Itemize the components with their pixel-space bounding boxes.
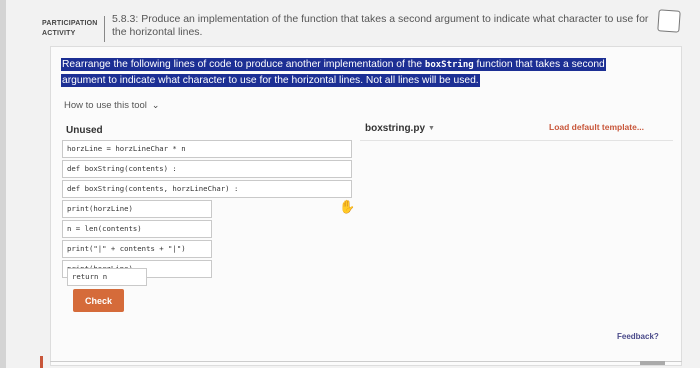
chevron-down-icon: ⌄	[151, 100, 160, 110]
activity-title: 5.8.3: Produce an implementation of the …	[112, 13, 649, 38]
bottom-scroll-indicator	[640, 361, 665, 365]
file-selector[interactable]: boxstring.py ▼	[365, 123, 435, 134]
code-drop-area[interactable]	[360, 140, 673, 320]
code-line[interactable]: n = len(contents)	[62, 220, 212, 238]
unused-title: Unused	[66, 125, 103, 136]
left-edge	[0, 0, 6, 368]
code-line[interactable]: print(horzLine)	[62, 200, 212, 218]
bottom-accent-mark	[40, 356, 43, 368]
instructions: Rearrange the following lines of code to…	[61, 57, 626, 88]
file-name: boxstring.py	[365, 123, 426, 134]
activity-header: PARTICIPATION ACTIVITY 5.8.3: Produce an…	[38, 9, 681, 46]
code-line[interactable]: def boxString(contents) :	[62, 160, 352, 178]
page: PARTICIPATION ACTIVITY 5.8.3: Produce an…	[0, 0, 700, 368]
how-to-use-toggle[interactable]: How to use this tool ⌄	[64, 100, 159, 111]
header-divider	[104, 16, 105, 42]
chevron-down-icon: ▼	[428, 125, 435, 132]
unused-lines-panel: horzLine = horzLineChar * n def boxStrin…	[62, 140, 354, 278]
instructions-code-word: boxString	[424, 60, 474, 70]
how-to-use-label: How to use this tool	[64, 100, 147, 111]
bottom-divider	[50, 361, 682, 362]
load-default-template-link[interactable]: Load default template...	[549, 122, 644, 132]
check-button[interactable]: Check	[73, 289, 124, 312]
code-line[interactable]: return n	[67, 268, 147, 286]
feedback-link[interactable]: Feedback?	[617, 332, 659, 341]
completion-checkbox-icon	[657, 9, 681, 33]
instructions-highlight: Rearrange the following lines of code to…	[61, 58, 606, 87]
code-line[interactable]: horzLine = horzLineChar * n	[62, 140, 352, 158]
instructions-text-before: Rearrange the following lines of code to…	[62, 59, 425, 70]
hand-cursor-icon: ✋	[339, 199, 356, 214]
code-line[interactable]: print("|" + contents + "|")	[62, 240, 212, 258]
participation-activity-label: PARTICIPATION ACTIVITY	[42, 20, 98, 37]
code-line[interactable]: def boxString(contents, horzLineChar) :	[62, 180, 352, 198]
